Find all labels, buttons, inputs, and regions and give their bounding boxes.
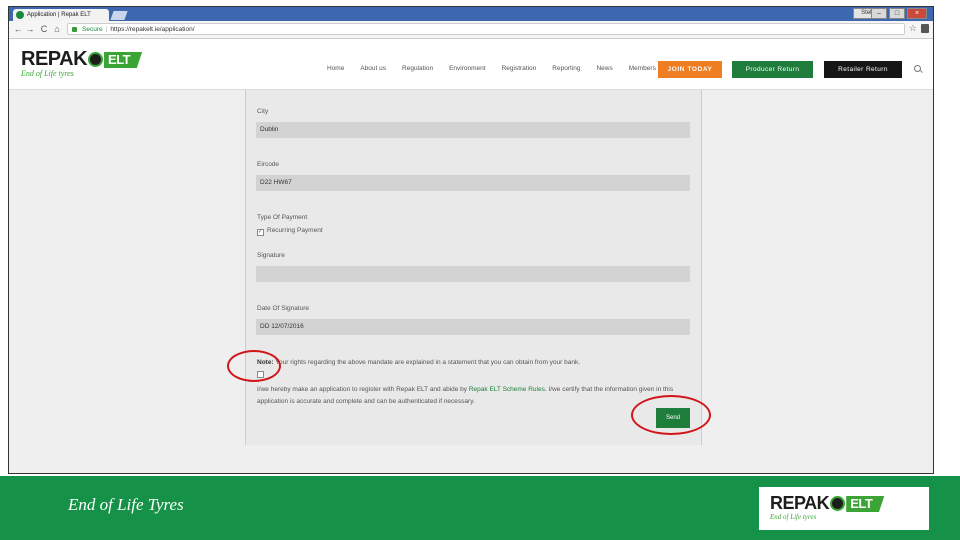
logo-tagline: End of Life tyres xyxy=(21,69,74,78)
nav-members[interactable]: Members xyxy=(629,65,656,72)
scheme-rules-link[interactable]: Repak ELT Scheme Rules xyxy=(469,386,545,393)
producer-return-button[interactable]: Producer Return xyxy=(732,61,813,78)
back-arrow-icon[interactable]: ← xyxy=(13,24,23,34)
logo-word-repak: REPAK xyxy=(21,48,88,70)
nav-regulation[interactable]: Regulation xyxy=(402,65,433,72)
footer-logo-word-elt: ELT xyxy=(846,496,885,512)
footer-logo-mark: REPAK ELT End of Life tyres xyxy=(770,493,885,521)
city-field[interactable]: Dublin xyxy=(256,122,690,138)
recurring-payment-option[interactable]: Recurring Payment xyxy=(257,227,323,236)
slide-footer: End of Life Tyres REPAK ELT End of Life t… xyxy=(0,476,960,540)
url-text: https://repakelt.ie/application/ xyxy=(110,26,195,33)
retailer-return-button[interactable]: Retailer Return xyxy=(824,61,902,78)
footer-tyre-icon xyxy=(830,496,846,511)
nav-environment[interactable]: Environment xyxy=(449,65,486,72)
window-controls: – □ × xyxy=(871,8,927,19)
close-window-button[interactable]: × xyxy=(907,8,927,19)
payment-type-label: Type Of Payment xyxy=(257,214,308,221)
logo-word-elt: ELT xyxy=(104,52,143,68)
address-bar: ← → C ⌂ Secure | https://repakelt.ie/appli… xyxy=(9,21,933,39)
main-nav: Home About us Regulation Environment Reg… xyxy=(327,65,672,72)
footer-logo: REPAK ELT End of Life tyres xyxy=(759,487,929,530)
nav-news[interactable]: News xyxy=(596,65,612,72)
application-form: City Dublin Eircode D22 HW67 Type Of Pay… xyxy=(245,90,702,445)
url-input[interactable]: Secure | https://repakelt.ie/application/ xyxy=(67,23,905,35)
nav-home[interactable]: Home xyxy=(327,65,344,72)
recurring-payment-checkbox[interactable] xyxy=(257,229,264,236)
note-text: Your rights regarding the above mandate … xyxy=(273,359,581,366)
city-label: City xyxy=(257,108,269,115)
footer-logo-tagline: End of Life tyres xyxy=(770,513,817,521)
send-highlight-ring xyxy=(631,395,711,435)
checkbox-highlight-ring xyxy=(227,350,281,382)
extension-icon[interactable] xyxy=(921,24,929,33)
site-header: REPAK ELT End of Life tyres Home About us… xyxy=(9,39,933,90)
bookmark-star-icon[interactable]: ☆ xyxy=(909,23,917,34)
declaration-part-a: I/we hereby make an application to regis… xyxy=(257,386,469,393)
footer-logo-wordmark: REPAK ELT xyxy=(770,493,885,513)
date-of-signature-label: Date Of Signature xyxy=(257,305,310,312)
footer-tagline: End of Life Tyres xyxy=(68,495,184,514)
minimize-button[interactable]: – xyxy=(871,8,887,19)
recurring-payment-label: Recurring Payment xyxy=(267,227,323,234)
site-logo[interactable]: REPAK ELT End of Life tyres xyxy=(21,48,143,78)
join-today-button[interactable]: JOIN TODAY xyxy=(658,61,722,78)
nav-reporting[interactable]: Reporting xyxy=(552,65,580,72)
signature-field[interactable] xyxy=(256,266,690,282)
nav-registration[interactable]: Registration xyxy=(502,65,537,72)
favicon-icon xyxy=(16,11,24,19)
home-icon[interactable]: ⌂ xyxy=(52,24,62,34)
search-icon[interactable] xyxy=(914,65,921,72)
mandate-note: Note: Your rights regarding the above ma… xyxy=(257,359,580,366)
new-tab-button[interactable] xyxy=(110,11,128,20)
secure-label: Secure xyxy=(82,26,103,33)
url-separator: | xyxy=(105,26,108,33)
tab-bar: Application | Repak ELT Stell – □ × xyxy=(9,7,933,21)
eircode-field[interactable]: D22 HW67 xyxy=(256,175,690,191)
lock-icon xyxy=(72,27,77,32)
nav-about-us[interactable]: About us xyxy=(360,65,386,72)
reload-icon[interactable]: C xyxy=(39,24,49,34)
browser-window: Application | Repak ELT Stell – □ × ← → … xyxy=(8,6,934,474)
tyre-icon xyxy=(88,52,104,67)
declaration-text: I/we hereby make an application to regis… xyxy=(257,384,697,408)
forward-arrow-icon[interactable]: → xyxy=(25,24,35,34)
logo-wordmark: REPAK ELT xyxy=(21,48,143,70)
date-of-signature-field[interactable]: DD 12/07/2016 xyxy=(256,319,690,335)
footer-logo-word-repak: REPAK xyxy=(770,493,830,513)
eircode-label: Eircode xyxy=(257,161,280,168)
signature-label: Signature xyxy=(257,252,285,259)
tab-title: Application | Repak ELT xyxy=(27,12,91,18)
maximize-button[interactable]: □ xyxy=(889,8,905,19)
browser-tab[interactable]: Application | Repak ELT xyxy=(13,9,109,21)
